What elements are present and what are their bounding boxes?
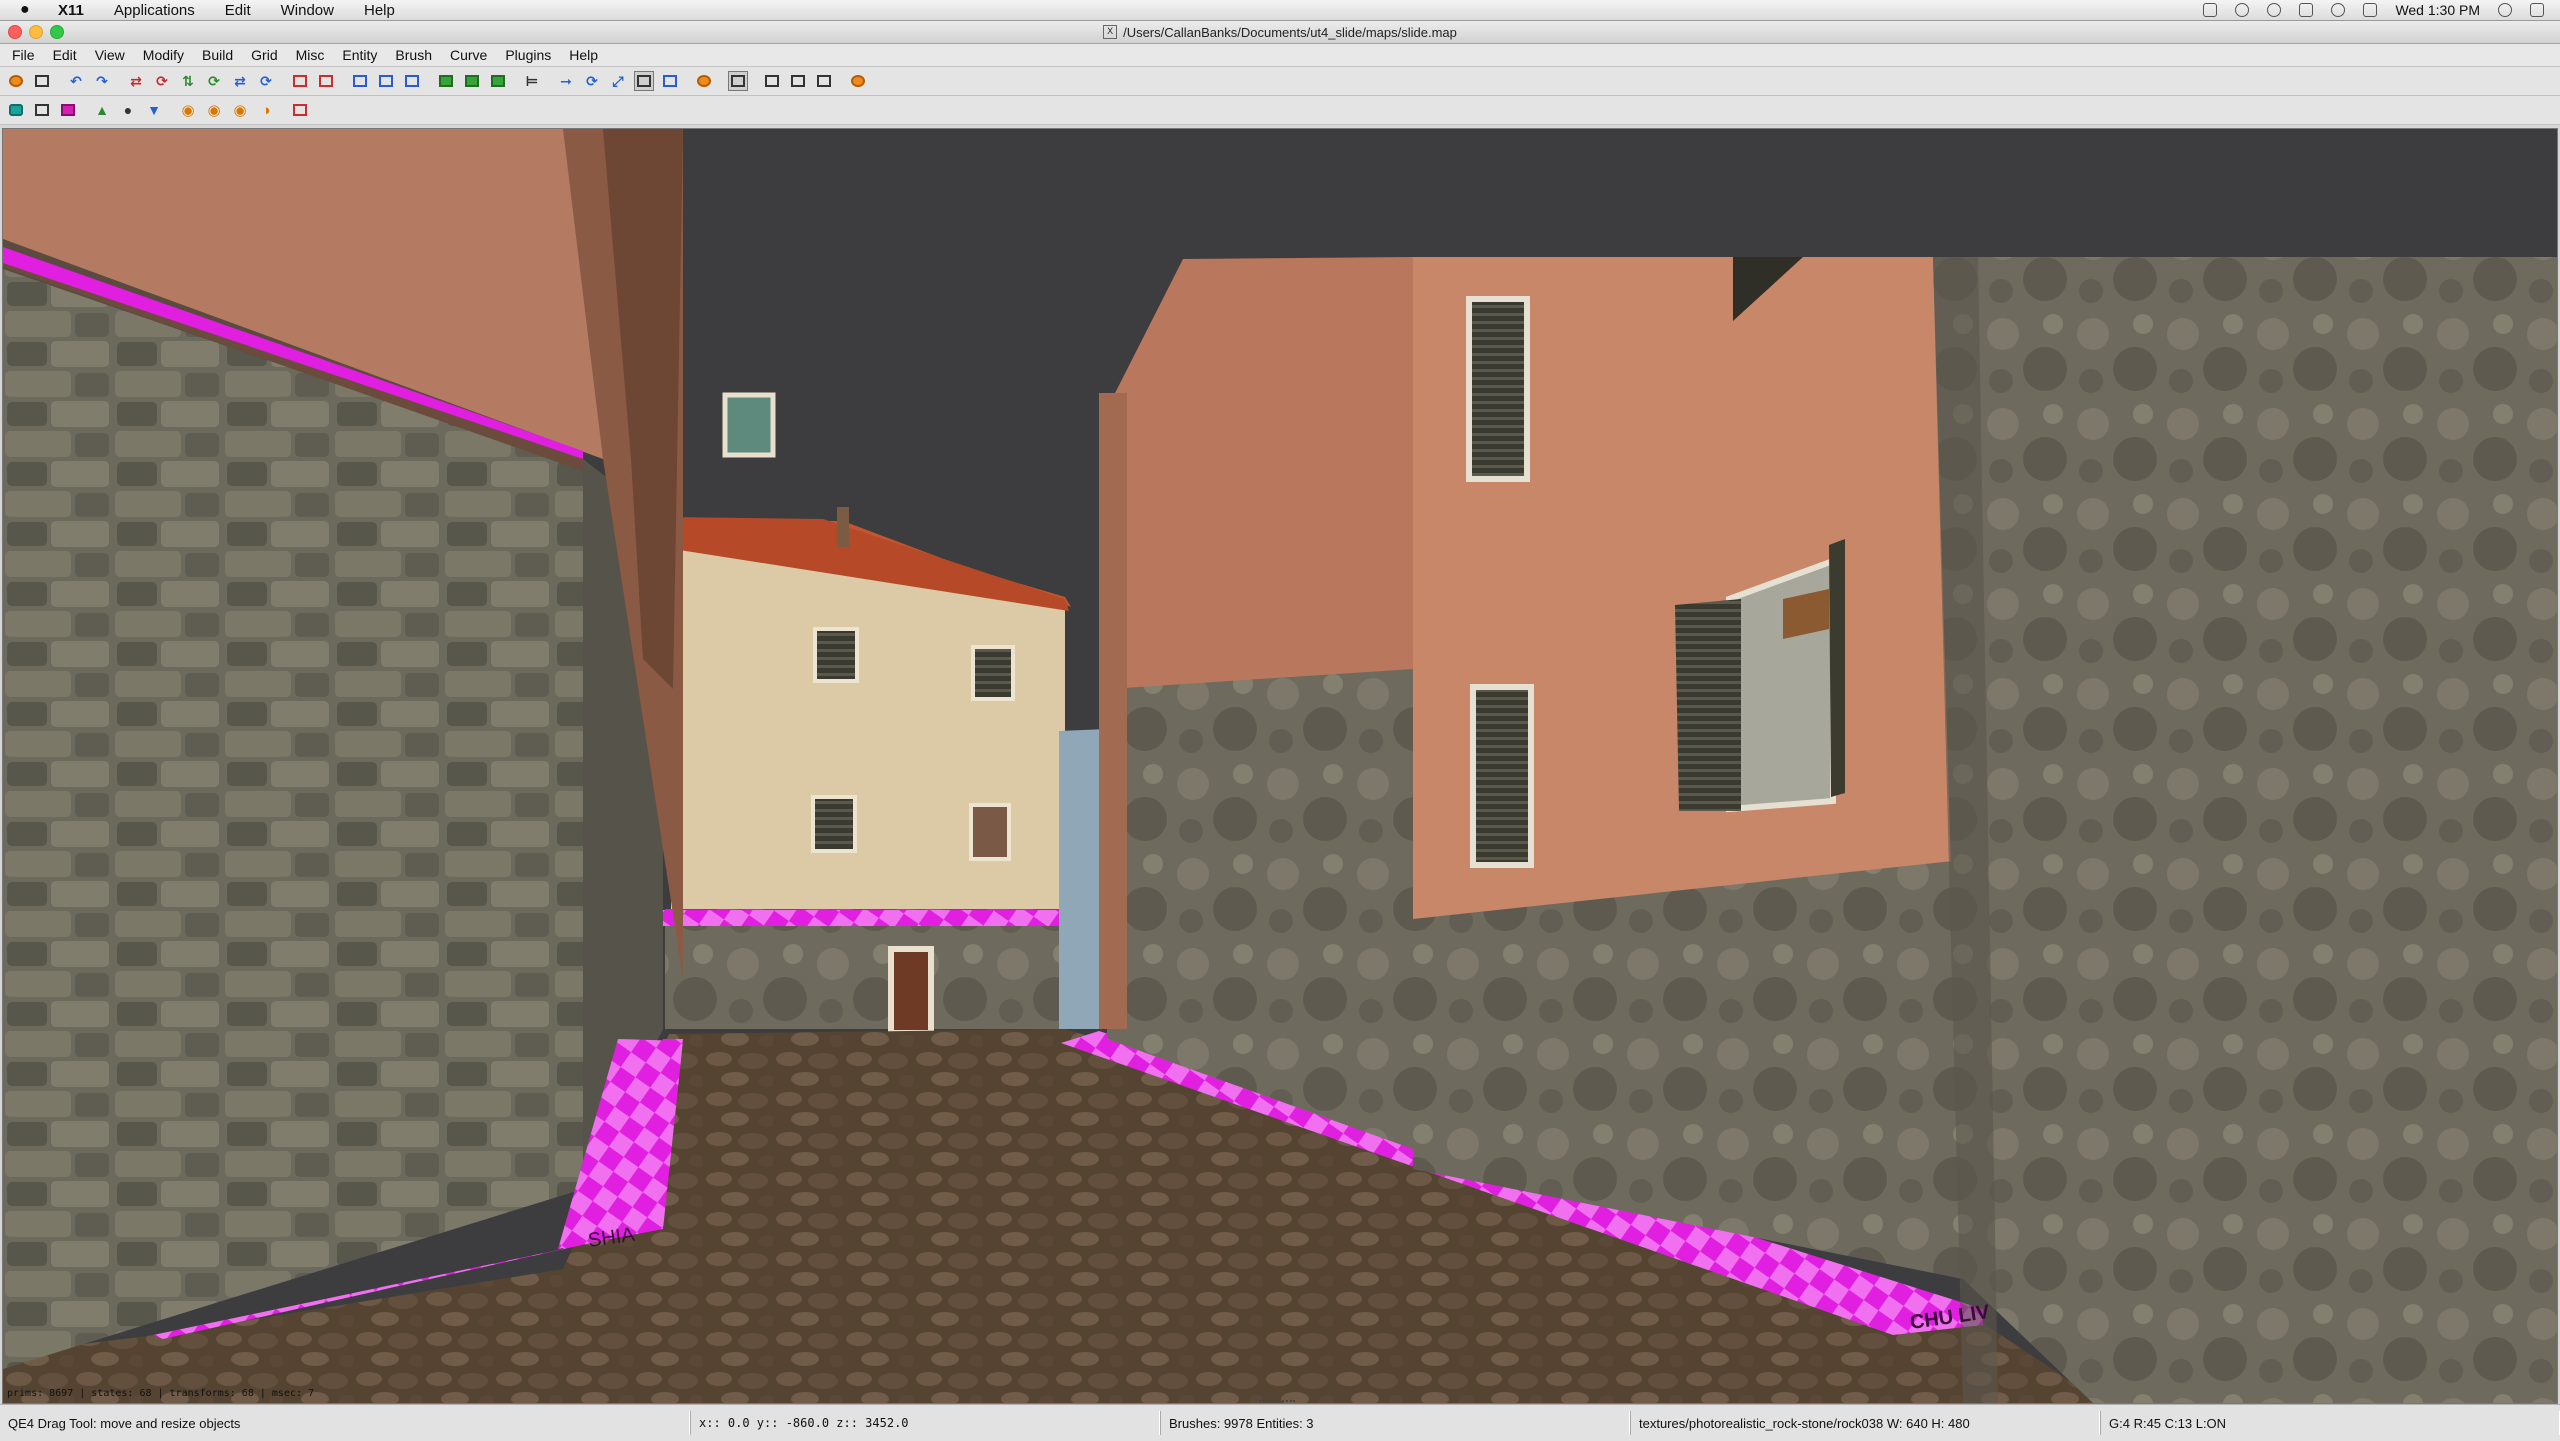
- window-controls: [8, 25, 64, 39]
- plugin-bobtoolz-icon[interactable]: ▲: [92, 100, 112, 120]
- rotate-y-icon[interactable]: ⟳: [204, 71, 224, 91]
- status-tool-help: QE4 Drag Tool: move and resize objects: [0, 1411, 690, 1435]
- rotate-x-icon[interactable]: ⟳: [152, 71, 172, 91]
- save-icon[interactable]: [32, 71, 52, 91]
- menu-misc[interactable]: Misc: [287, 47, 334, 63]
- wifi-icon[interactable]: [2331, 3, 2346, 17]
- apple-icon[interactable]: ●: [20, 1, 38, 19]
- status-brush-count: Brushes: 9978 Entities: 3: [1160, 1411, 1630, 1435]
- app-menubar: File Edit View Modify Build Grid Misc En…: [0, 44, 2560, 67]
- menubar-help[interactable]: Help: [364, 2, 395, 19]
- menu-modify[interactable]: Modify: [134, 47, 193, 63]
- csg-merge-icon[interactable]: [316, 71, 336, 91]
- plugin-cylinder-icon[interactable]: [32, 100, 52, 120]
- menubar-clock[interactable]: Wed 1:30 PM: [2395, 2, 2480, 18]
- statusbar: QE4 Drag Tool: move and resize objects x…: [0, 1404, 2560, 1441]
- window-title: /Users/CallanBanks/Documents/ut4_slide/m…: [1123, 24, 1457, 40]
- translate-icon[interactable]: ➞: [556, 71, 576, 91]
- menubar-applications[interactable]: Applications: [114, 2, 195, 19]
- plugin-disable-icon[interactable]: [290, 100, 310, 120]
- csg-subtract-icon[interactable]: [290, 71, 310, 91]
- status-coordinates: x:: 0.0 y:: -860.0 z:: 3452.0: [690, 1411, 1160, 1435]
- texture-view-icon[interactable]: [436, 71, 456, 91]
- battery-icon[interactable]: [2203, 3, 2218, 17]
- viewport-stats: prims: 8697 | states: 68 | transforms: 6…: [7, 1388, 315, 1399]
- menubar-app-name[interactable]: X11: [58, 2, 84, 19]
- plugin-cat-3-icon[interactable]: ◉: [230, 100, 250, 120]
- select-complete-tall-icon[interactable]: [350, 71, 370, 91]
- resize-tool-icon[interactable]: [660, 71, 680, 91]
- select-partial-tall-icon[interactable]: [402, 71, 422, 91]
- menu-edit[interactable]: Edit: [44, 47, 86, 63]
- entity-view-icon[interactable]: [488, 71, 508, 91]
- flip-z-icon[interactable]: ⇄: [230, 71, 250, 91]
- layout-split-icon[interactable]: [788, 71, 808, 91]
- close-window-button[interactable]: [8, 25, 22, 39]
- menu-file[interactable]: File: [0, 47, 44, 63]
- camera-viewport[interactable]: SHIA CHU LIV prims: 8697 | states: 68 | …: [2, 128, 2558, 1404]
- plugin-drop-icon[interactable]: ▼: [144, 100, 164, 120]
- spotlight-icon[interactable]: [2498, 3, 2512, 17]
- menu-brush[interactable]: Brush: [386, 47, 441, 63]
- scale-tool-icon[interactable]: ⤢: [608, 71, 628, 91]
- sync-icon[interactable]: [2235, 3, 2250, 17]
- minimize-window-button[interactable]: [29, 25, 43, 39]
- lighting-icon[interactable]: [728, 71, 748, 91]
- undo-icon[interactable]: ↶: [66, 71, 86, 91]
- rotate-tool-icon[interactable]: ⟳: [582, 71, 602, 91]
- volume-icon[interactable]: [2363, 3, 2378, 17]
- menu-grid[interactable]: Grid: [242, 47, 286, 63]
- status-texture: textures/photorealistic_rock-stone/rock0…: [1630, 1411, 2100, 1435]
- layout-single-icon[interactable]: [762, 71, 782, 91]
- main-toolbar: ↶ ↷ ⇄ ⟳ ⇅ ⟳ ⇄ ⟳ ⊨ ➞ ⟳ ⤢: [0, 67, 2560, 96]
- patch-bend-icon[interactable]: [694, 71, 714, 91]
- camera-view-icon[interactable]: [462, 71, 482, 91]
- layout-quad-icon[interactable]: [814, 71, 834, 91]
- rotate-z-icon[interactable]: ⟳: [256, 71, 276, 91]
- plugin-bug-icon[interactable]: ●: [118, 100, 138, 120]
- plugin-cat-4-icon[interactable]: ◑: [256, 100, 276, 120]
- menu-build[interactable]: Build: [193, 47, 242, 63]
- bluetooth-icon[interactable]: [2299, 3, 2314, 17]
- menu-view[interactable]: View: [86, 47, 134, 63]
- plugin-globe-icon[interactable]: [6, 100, 26, 120]
- menubar-edit[interactable]: Edit: [225, 2, 251, 19]
- plugin-cat-2-icon[interactable]: ◉: [204, 100, 224, 120]
- menu-curve[interactable]: Curve: [441, 47, 496, 63]
- flip-x-icon[interactable]: ⇄: [126, 71, 146, 91]
- status-grid: G:4 R:45 C:13 L:ON: [2100, 1411, 2560, 1435]
- refresh-shaders-icon[interactable]: [848, 71, 868, 91]
- redo-icon[interactable]: ↷: [92, 71, 112, 91]
- zoom-window-button[interactable]: [50, 25, 64, 39]
- macos-menubar: ● X11 Applications Edit Window Help Wed …: [0, 0, 2560, 21]
- clipper-icon[interactable]: ⊨: [522, 71, 542, 91]
- open-icon[interactable]: [6, 71, 26, 91]
- menu-entity[interactable]: Entity: [333, 47, 386, 63]
- plugin-cat-1-icon[interactable]: ◉: [178, 100, 198, 120]
- flip-y-icon[interactable]: ⇅: [178, 71, 198, 91]
- notification-list-icon[interactable]: [2530, 3, 2544, 17]
- time-machine-icon[interactable]: [2267, 3, 2282, 17]
- drag-tool-icon[interactable]: [634, 71, 654, 91]
- menubar-tray: Wed 1:30 PM: [2203, 2, 2560, 18]
- camera-scene[interactable]: SHIA CHU LIV: [3, 129, 2557, 1403]
- plugin-toolbar: ▲ ● ▼ ◉ ◉ ◉ ◑: [0, 96, 2560, 125]
- select-touching-icon[interactable]: [376, 71, 396, 91]
- menu-plugins[interactable]: Plugins: [496, 47, 560, 63]
- plugin-shader-icon[interactable]: [58, 100, 78, 120]
- menubar-window[interactable]: Window: [281, 2, 334, 19]
- x11-window-icon: X: [1103, 25, 1118, 39]
- window-titlebar[interactable]: X /Users/CallanBanks/Documents/ut4_slide…: [0, 21, 2560, 44]
- menu-help[interactable]: Help: [560, 47, 607, 63]
